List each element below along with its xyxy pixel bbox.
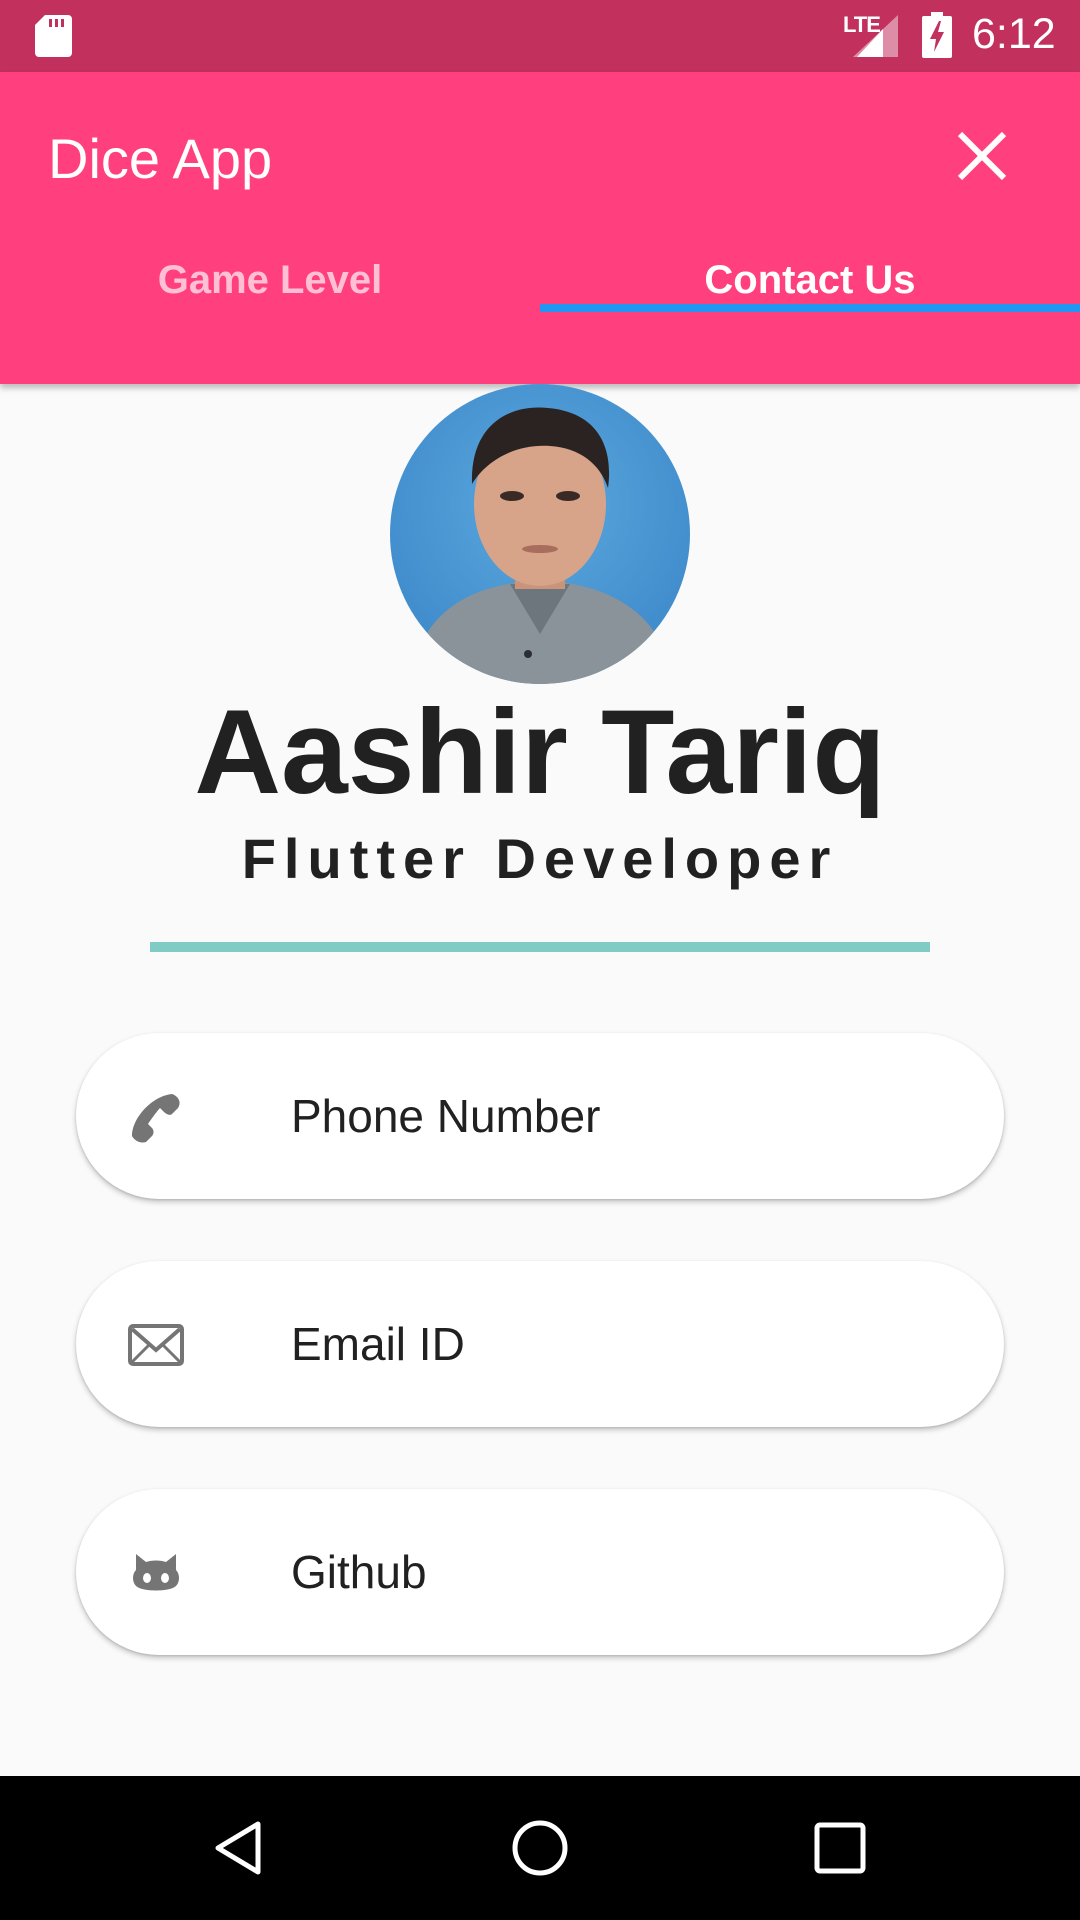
phone-icon <box>132 1094 180 1143</box>
avatar <box>390 384 690 684</box>
status-clock: 6:12 <box>972 10 1056 58</box>
close-icon[interactable] <box>950 124 1014 188</box>
contact-card-email[interactable]: Email ID <box>76 1261 1004 1427</box>
app-bar: Dice App Game Level Contact Us <box>0 72 1080 384</box>
tab-indicator <box>540 304 1080 312</box>
github-icon <box>133 1554 179 1591</box>
recents-icon[interactable] <box>810 1818 870 1878</box>
home-icon[interactable] <box>510 1818 570 1878</box>
profile-role: Flutter Developer <box>241 827 839 890</box>
contact-label-email: Email ID <box>291 1318 465 1370</box>
back-icon[interactable] <box>210 1818 270 1878</box>
contact-card-phone[interactable]: Phone Number <box>76 1033 1004 1199</box>
system-nav-bar <box>0 1776 1080 1920</box>
contact-label-github: Github <box>291 1546 427 1598</box>
contact-label-phone: Phone Number <box>291 1090 601 1142</box>
status-bar: LTE 6:12 <box>0 0 1080 72</box>
app-title: Dice App <box>48 127 273 190</box>
signal-icon <box>853 15 898 57</box>
divider <box>150 942 930 952</box>
email-icon <box>128 1324 184 1366</box>
sd-card-icon <box>35 15 72 57</box>
contact-card-github[interactable]: Github <box>76 1489 1004 1655</box>
battery-charging-icon <box>922 12 952 58</box>
profile-name: Aashir Tariq <box>194 685 886 819</box>
avatar-photo <box>390 384 690 684</box>
tab-contact-us[interactable]: Contact Us <box>540 224 1080 336</box>
tab-game-level[interactable]: Game Level <box>0 224 540 336</box>
